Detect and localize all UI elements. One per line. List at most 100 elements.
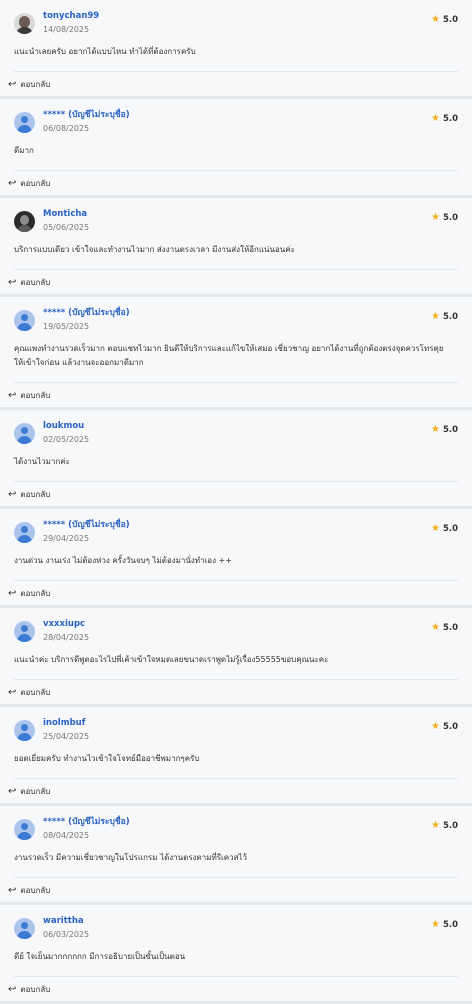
reply-arrow-icon: ↩ — [8, 177, 17, 189]
avatar[interactable] — [14, 818, 35, 840]
review-content: vxxxiupc 28/04/2025 ★ 5.0 แนะนำค่ะ บริกา… — [0, 608, 472, 680]
avatar[interactable] — [14, 719, 35, 741]
star-icon: ★ — [430, 622, 440, 633]
reply-label: ตอบกลับ — [20, 885, 51, 895]
avatar[interactable] — [14, 521, 35, 543]
rating-value: 5.0 — [442, 311, 458, 322]
reply-arrow-icon: ↩ — [8, 983, 17, 995]
review-date: 28/04/2025 — [43, 633, 90, 642]
review-date: 05/06/2025 — [43, 223, 90, 232]
avatar[interactable] — [14, 917, 35, 939]
reply-button[interactable]: ↩ ตอบกลับ — [0, 878, 472, 902]
review-content: warittha 06/03/2025 ★ 5.0 ดีย์ ใจเย็นมาก… — [0, 905, 472, 977]
review-card: ***** (บัญชีไม่ระบุชื่อ) 19/05/2025 ★ 5.… — [0, 297, 472, 410]
reply-arrow-icon: ↩ — [8, 884, 17, 896]
reviewer-info: inolmbuf 25/04/2025 — [43, 717, 89, 743]
reviewer-info: ***** (บัญชีไม่ระบุชื่อ) 06/08/2025 — [43, 109, 130, 135]
reply-button[interactable]: ↩ ตอบกลับ — [0, 779, 472, 803]
reviewer-name[interactable]: warittha — [43, 915, 89, 927]
avatar[interactable] — [14, 422, 35, 444]
review-header: tonychan99 14/08/2025 — [14, 10, 458, 36]
star-icon: ★ — [430, 820, 440, 831]
reviewer-name[interactable]: loukmou — [43, 420, 89, 432]
reviewer-name[interactable]: ***** (บัญชีไม่ระบุชื่อ) — [43, 307, 130, 319]
reviewer-info: tonychan99 14/08/2025 — [43, 10, 99, 36]
reply-label: ตอบกลับ — [20, 786, 51, 796]
reply-label: ตอบกลับ — [20, 277, 51, 287]
reply-label: ตอบกลับ — [20, 984, 51, 994]
review-card: ***** (บัญชีไม่ระบุชื่อ) 06/08/2025 ★ 5.… — [0, 99, 472, 198]
review-date: 06/08/2025 — [43, 124, 90, 133]
review-header: Monticha 05/06/2025 — [14, 208, 458, 234]
review-content: ***** (บัญชีไม่ระบุชื่อ) 06/08/2025 ★ 5.… — [0, 99, 472, 171]
review-header: ***** (บัญชีไม่ระบุชื่อ) 08/04/2025 — [14, 816, 458, 842]
review-text: ยอดเยี่ยมครับ ทำงานไวเข้าใจโจทย์มืออาชีพ… — [14, 754, 200, 763]
review-date: 25/04/2025 — [43, 732, 90, 741]
reviewer-name[interactable]: vxxxiupc — [43, 618, 89, 630]
reply-button[interactable]: ↩ ตอบกลับ — [0, 72, 472, 96]
reviewer-info: ***** (บัญชีไม่ระบุชื่อ) 29/04/2025 — [43, 519, 130, 545]
reply-button[interactable]: ↩ ตอบกลับ — [0, 581, 472, 605]
rating-value: 5.0 — [442, 721, 458, 732]
review-date: 06/03/2025 — [43, 930, 90, 939]
rating-badge: ★ 5.0 — [431, 113, 458, 124]
star-icon: ★ — [430, 424, 440, 435]
rating-value: 5.0 — [442, 424, 458, 435]
rating-value: 5.0 — [442, 113, 458, 124]
star-icon: ★ — [430, 311, 440, 322]
reply-arrow-icon: ↩ — [8, 686, 17, 698]
reviewer-info: vxxxiupc 28/04/2025 — [43, 618, 89, 644]
review-text: แนะนำค่ะ บริการดีพูดอะไรไปพี่เค้าเข้าใจห… — [14, 655, 329, 664]
rating-value: 5.0 — [442, 622, 458, 633]
reviewer-name[interactable]: ***** (บัญชีไม่ระบุชื่อ) — [43, 519, 130, 531]
review-header: ***** (บัญชีไม่ระบุชื่อ) 19/05/2025 — [14, 307, 458, 333]
review-header: inolmbuf 25/04/2025 — [14, 717, 458, 743]
review-list: tonychan99 14/08/2025 ★ 5.0 แนะนำเลยครับ… — [0, 0, 472, 1004]
reviewer-name[interactable]: inolmbuf — [43, 717, 89, 729]
rating-badge: ★ 5.0 — [431, 14, 458, 25]
reviewer-name[interactable]: ***** (บัญชีไม่ระบุชื่อ) — [43, 109, 130, 121]
reply-arrow-icon: ↩ — [8, 587, 17, 599]
rating-value: 5.0 — [442, 212, 458, 223]
reviewer-name[interactable]: ***** (บัญชีไม่ระบุชื่อ) — [43, 816, 130, 828]
star-icon: ★ — [430, 212, 440, 223]
star-icon: ★ — [430, 523, 440, 534]
reply-label: ตอบกลับ — [20, 687, 51, 697]
reply-button[interactable]: ↩ ตอบกลับ — [0, 482, 472, 506]
rating-badge: ★ 5.0 — [431, 311, 458, 322]
avatar[interactable] — [14, 210, 35, 232]
reply-button[interactable]: ↩ ตอบกลับ — [0, 171, 472, 195]
avatar[interactable] — [14, 111, 35, 133]
star-icon: ★ — [430, 919, 440, 930]
review-text: งานด่วน งานเร่ง ไม่ต้องห่วง ครั้งวันจบๆ … — [14, 556, 232, 565]
reply-label: ตอบกลับ — [20, 178, 51, 188]
avatar[interactable] — [14, 12, 35, 34]
reviewer-name[interactable]: tonychan99 — [43, 10, 99, 22]
star-icon: ★ — [430, 113, 440, 124]
review-content: Monticha 05/06/2025 ★ 5.0 บริการแบบเดียว… — [0, 198, 472, 270]
reviewer-name[interactable]: Monticha — [43, 208, 89, 220]
review-date: 29/04/2025 — [43, 534, 90, 543]
rating-badge: ★ 5.0 — [431, 212, 458, 223]
review-text: ได้งานไวมากค่ะ — [14, 457, 70, 466]
review-header: vxxxiupc 28/04/2025 — [14, 618, 458, 644]
review-content: ***** (บัญชีไม่ระบุชื่อ) 08/04/2025 ★ 5.… — [0, 806, 472, 878]
review-card: loukmou 02/05/2025 ★ 5.0 ได้งานไวมากค่ะ … — [0, 410, 472, 509]
reply-button[interactable]: ↩ ตอบกลับ — [0, 680, 472, 704]
avatar[interactable] — [14, 309, 35, 331]
review-content: loukmou 02/05/2025 ★ 5.0 ได้งานไวมากค่ะ — [0, 410, 472, 482]
reply-button[interactable]: ↩ ตอบกลับ — [0, 977, 472, 1001]
review-date: 08/04/2025 — [43, 831, 90, 840]
review-header: ***** (บัญชีไม่ระบุชื่อ) 06/08/2025 — [14, 109, 458, 135]
reply-arrow-icon: ↩ — [8, 276, 17, 288]
reply-button[interactable]: ↩ ตอบกลับ — [0, 383, 472, 407]
review-content: ***** (บัญชีไม่ระบุชื่อ) 29/04/2025 ★ 5.… — [0, 509, 472, 581]
review-card: inolmbuf 25/04/2025 ★ 5.0 ยอดเยี่ยมครับ … — [0, 707, 472, 806]
review-header: loukmou 02/05/2025 — [14, 420, 458, 446]
avatar[interactable] — [14, 620, 35, 642]
rating-badge: ★ 5.0 — [431, 820, 458, 831]
reply-button[interactable]: ↩ ตอบกลับ — [0, 270, 472, 294]
review-card: ***** (บัญชีไม่ระบุชื่อ) 29/04/2025 ★ 5.… — [0, 509, 472, 608]
review-date: 19/05/2025 — [43, 322, 90, 331]
review-text: บริการแบบเดียว เข้าใจและทำงานไวมาก ส่งงา… — [14, 245, 295, 254]
